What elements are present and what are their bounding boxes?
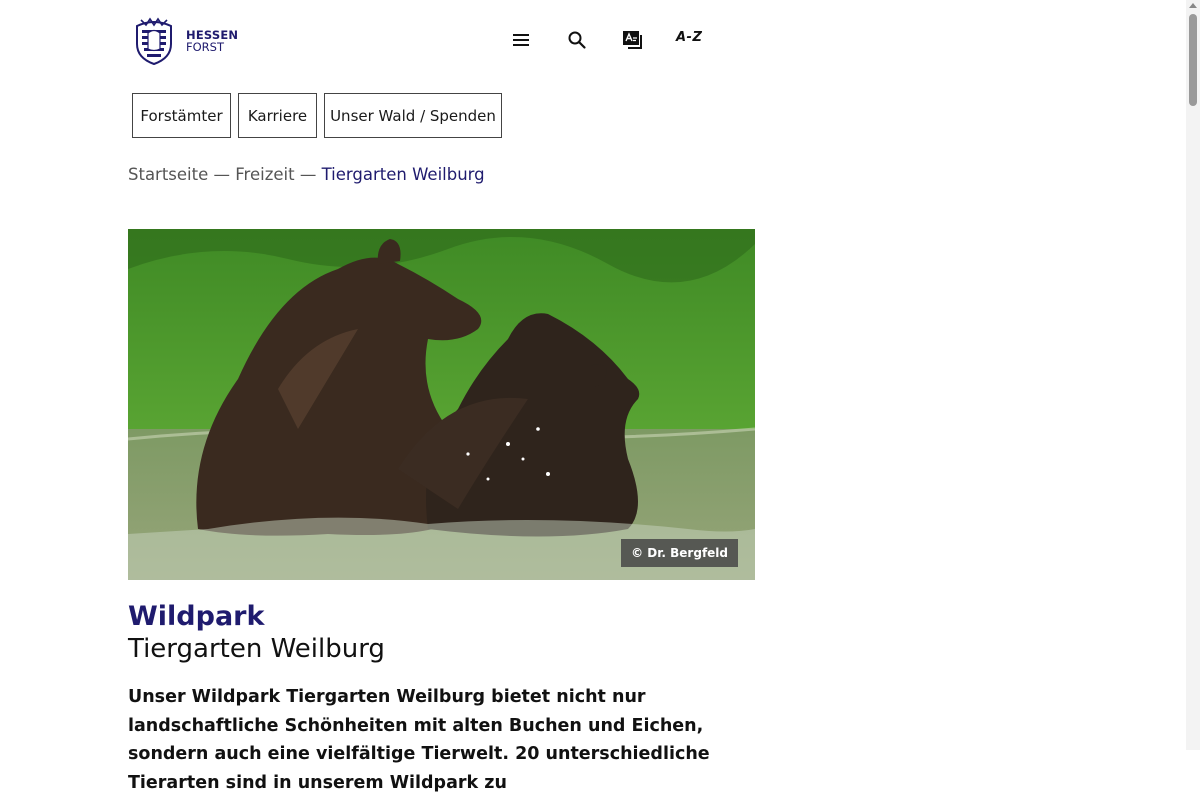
breadcrumb-separator: — [294,165,322,184]
nav-button-forstaemter[interactable]: Forstämter [132,93,231,138]
breadcrumb-current: Tiergarten Weilburg [321,165,485,184]
breadcrumb-freizeit[interactable]: Freizeit [235,165,294,184]
easy-language-icon[interactable] [621,28,645,52]
hessen-forst-logo[interactable]: HESSEN FORST [133,16,243,68]
search-icon[interactable] [565,28,589,52]
hessen-crest-icon [136,17,172,66]
a-z-index-link[interactable]: A-Z [676,30,702,45]
hero-image-bears: © Dr. Bergfeld [128,229,755,580]
nav-button-karriere[interactable]: Karriere [238,93,317,138]
breadcrumb: Startseite — Freizeit — Tiergarten Weilb… [128,165,485,184]
logo-line2: FORST [186,40,224,54]
breadcrumb-startseite[interactable]: Startseite [128,165,208,184]
vertical-scrollbar[interactable] [1186,0,1200,750]
page-title-line1: Wildpark [128,601,265,632]
page-title-line2: Tiergarten Weilburg [128,634,385,664]
breadcrumb-separator: — [208,165,236,184]
scroll-up-arrow-icon[interactable] [1189,3,1197,8]
nav-button-unser-wald-spenden[interactable]: Unser Wald / Spenden [324,93,502,138]
photo-credit: © Dr. Bergfeld [621,539,738,567]
intro-paragraph: Unser Wildpark Tiergarten Weilburg biete… [128,687,710,793]
menu-icon[interactable] [509,28,533,52]
scrollbar-thumb[interactable] [1189,14,1197,106]
